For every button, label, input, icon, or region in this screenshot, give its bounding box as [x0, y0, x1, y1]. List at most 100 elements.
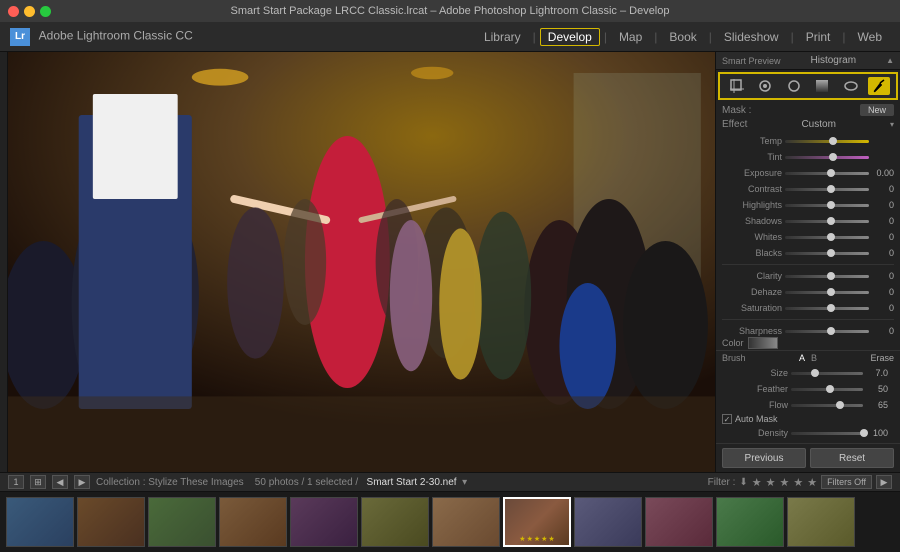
window-title: Smart Start Package LRCC Classic.lrcat –…: [231, 5, 670, 17]
slider-track-sharpness[interactable]: [785, 330, 869, 333]
redeye-tool[interactable]: [783, 77, 805, 95]
panel-collapse-arrow[interactable]: ▲: [886, 56, 894, 65]
slider-track-exposure[interactable]: [785, 172, 869, 175]
filters-off-button[interactable]: Filters Off: [821, 475, 872, 489]
slider-row-tint: Tint: [716, 149, 900, 165]
nav-item-web[interactable]: Web: [850, 28, 890, 46]
brush-density-value: 100: [866, 428, 888, 438]
star-filter-3[interactable]: ★: [780, 476, 790, 489]
nav-item-print[interactable]: Print: [798, 28, 839, 46]
slider-thumb-shadows: [827, 217, 835, 225]
brush-tab-b[interactable]: B: [811, 353, 817, 363]
close-button[interactable]: [8, 6, 19, 17]
filmstrip-expand-button[interactable]: ▶: [876, 475, 892, 489]
slider-track-shadows[interactable]: [785, 220, 869, 223]
app-logo: Lr Adobe Lightroom Classic CC: [10, 28, 193, 46]
maximize-button[interactable]: [40, 6, 51, 17]
slider-value-blacks: 0: [872, 248, 894, 258]
filmstrip-thumbnail[interactable]: [645, 497, 713, 547]
slider-track-blacks[interactable]: [785, 252, 869, 255]
nav-forward-button[interactable]: ▶: [74, 475, 90, 489]
filmstrip-thumbnail[interactable]: [787, 497, 855, 547]
filmstrip-thumbnail[interactable]: ★★★★★: [503, 497, 571, 547]
slider-label-whites: Whites: [722, 232, 782, 242]
brush-section-label: Brush: [722, 353, 746, 363]
slider-track-clarity[interactable]: [785, 275, 869, 278]
slider-label-shadows: Shadows: [722, 216, 782, 226]
nav-item-slideshow[interactable]: Slideshow: [716, 28, 787, 46]
bottom-bar: 1 ⊞ ◀ ▶ Collection : Stylize These Image…: [0, 472, 900, 492]
filmstrip-thumbnail[interactable]: [6, 497, 74, 547]
brush-feather-slider[interactable]: [791, 388, 863, 391]
adjustment-brush-tool[interactable]: [868, 77, 890, 95]
brush-tab-a[interactable]: A: [799, 353, 805, 363]
filmstrip-thumbnail[interactable]: [361, 497, 429, 547]
left-panel: [0, 52, 8, 472]
mask-label: Mask :: [722, 105, 751, 116]
filmstrip-thumbnail[interactable]: [290, 497, 358, 547]
effect-dropdown-arrow[interactable]: ▾: [890, 120, 894, 129]
right-panel: Smart Preview Histogram ▲: [715, 52, 900, 472]
star-filter-4[interactable]: ★: [793, 476, 803, 489]
filmstrip-thumbnail[interactable]: [219, 497, 287, 547]
brush-density-slider[interactable]: [791, 432, 863, 435]
nav-item-map[interactable]: Map: [611, 28, 650, 46]
slider-label-temp: Temp: [722, 136, 782, 146]
slider-track-contrast[interactable]: [785, 188, 869, 191]
effect-value[interactable]: Custom: [801, 119, 835, 130]
page-number[interactable]: 1: [8, 475, 24, 489]
slider-thumb-contrast: [827, 185, 835, 193]
slider-value-shadows: 0: [872, 216, 894, 226]
slider-row-shadows: Shadows 0: [716, 213, 900, 229]
nav-item-book[interactable]: Book: [661, 28, 704, 46]
histogram-label[interactable]: Histogram: [811, 55, 857, 66]
filmstrip-thumbnail[interactable]: [574, 497, 642, 547]
minimize-button[interactable]: [24, 6, 35, 17]
slider-label-blacks: Blacks: [722, 248, 782, 258]
star-filter-1[interactable]: ★: [752, 476, 762, 489]
filter-label: Filter :: [708, 477, 736, 488]
radial-filter-tool[interactable]: [840, 77, 862, 95]
new-mask-button[interactable]: New: [860, 104, 894, 116]
auto-mask-checkbox[interactable]: ✓: [722, 414, 732, 424]
auto-mask-row: ✓ Auto Mask: [722, 413, 894, 425]
slider-track-saturation[interactable]: [785, 307, 869, 310]
section-divider: [722, 264, 894, 265]
brush-section: Brush A B Erase Size 7.0 Feather: [716, 350, 900, 443]
spot-removal-tool[interactable]: [754, 77, 776, 95]
filmstrip-thumbnail[interactable]: [77, 497, 145, 547]
slider-track-tint[interactable]: [785, 156, 869, 159]
effect-row: Effect Custom ▾: [716, 118, 900, 131]
slider-track-highlights[interactable]: [785, 204, 869, 207]
app-name: Adobe Lightroom Classic CC: [39, 28, 193, 42]
slider-track-whites[interactable]: [785, 236, 869, 239]
slider-thumb-tint: [829, 153, 837, 161]
previous-button[interactable]: Previous: [722, 448, 806, 468]
slider-row-blacks: Blacks 0: [716, 245, 900, 261]
slider-thumb-saturation: [827, 304, 835, 312]
brush-flow-label: Flow: [728, 400, 788, 410]
star-filter-5[interactable]: ★: [807, 476, 817, 489]
slider-label-saturation: Saturation: [722, 303, 782, 313]
brush-flow-slider[interactable]: [791, 404, 863, 407]
gradient-filter-tool[interactable]: [811, 77, 833, 95]
slider-row-highlights: Highlights0: [716, 197, 900, 213]
brush-size-slider[interactable]: [791, 372, 863, 375]
color-swatch[interactable]: [748, 337, 778, 349]
slider-thumb-clarity: [827, 272, 835, 280]
nav-back-button[interactable]: ◀: [52, 475, 68, 489]
filmstrip-thumbnail[interactable]: [716, 497, 784, 547]
nav-item-library[interactable]: Library: [476, 28, 529, 46]
brush-feather-value: 50: [866, 384, 888, 394]
nav-item-develop[interactable]: Develop: [540, 28, 600, 46]
filmstrip-thumbnail[interactable]: [432, 497, 500, 547]
erase-button[interactable]: Erase: [870, 353, 894, 363]
slider-track-dehaze[interactable]: [785, 291, 869, 294]
slider-track-temp[interactable]: [785, 140, 869, 143]
star-filter-2[interactable]: ★: [766, 476, 776, 489]
crop-tool[interactable]: [726, 77, 748, 95]
grid-view-button[interactable]: ⊞: [30, 475, 46, 489]
slider-thumb-exposure: [827, 169, 835, 177]
filmstrip-thumbnail[interactable]: [148, 497, 216, 547]
reset-button[interactable]: Reset: [810, 448, 894, 468]
